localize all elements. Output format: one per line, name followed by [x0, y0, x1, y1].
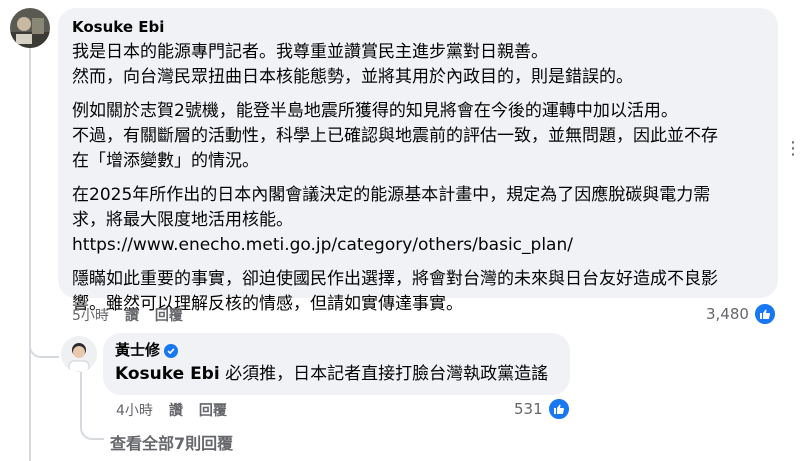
- more-options-icon[interactable]: ⋮: [784, 138, 800, 159]
- comment-time[interactable]: 5小時: [72, 305, 109, 325]
- comment-like-count: 3,480: [706, 305, 749, 323]
- thread-line-branch: [29, 340, 59, 358]
- reply-mention[interactable]: Kosuke Ebi: [115, 364, 220, 384]
- reply-like-link[interactable]: 讚: [169, 400, 183, 420]
- comment-author[interactable]: Kosuke Ebi: [72, 18, 764, 36]
- thread-line-reply: [80, 372, 82, 427]
- reply-text-row: Kosuke Ebi 必須推，日本記者直接打臉台灣執政黨造謠: [115, 362, 558, 387]
- thumbs-up-icon: [752, 302, 777, 326]
- comment-reply-link[interactable]: 回覆: [155, 305, 183, 325]
- reply-reply-link[interactable]: 回覆: [199, 400, 227, 420]
- comment-paragraph-2: 例如關於志賀2號機，能登半島地震所獲得的知見將會在今後的運轉中加以活用。 不過，…: [72, 101, 718, 171]
- reply-time[interactable]: 4小時: [116, 400, 153, 420]
- reply-bubble: 黃士修 Kosuke Ebi 必須推，日本記者直接打臉台灣執政黨造謠: [103, 333, 570, 395]
- verified-badge-icon: [164, 344, 179, 358]
- comment-paragraph-3: 在2025年所作出的日本內閣會議決定的能源基本計畫中，規定為了因應脫碳與電力需 …: [72, 185, 711, 255]
- comment-paragraph-1: 我是日本的能源專門記者。我尊重並讚賞民主進步黨對日親善。 然而，向台灣民眾扭曲日…: [72, 42, 633, 87]
- reply-reactions[interactable]: 531: [514, 397, 571, 421]
- reply-avatar[interactable]: [61, 336, 97, 372]
- commenter-avatar[interactable]: [10, 8, 50, 48]
- reply-author-row: 黃士修: [115, 341, 558, 359]
- comment-actions: 5小時 讚 回覆: [72, 305, 183, 325]
- reply-actions: 4小時 讚 回覆: [116, 400, 227, 420]
- thumbs-up-icon: [546, 397, 571, 421]
- reply-text: 必須推，日本記者直接打臉台灣執政黨造謠: [219, 364, 549, 384]
- view-more-replies-link[interactable]: 查看全部7則回覆: [110, 430, 233, 454]
- thread-line-main: [29, 48, 31, 461]
- thread-line-view-more: [80, 420, 104, 440]
- comment-like-link[interactable]: 讚: [125, 305, 139, 325]
- comment-reactions[interactable]: 3,480: [706, 302, 777, 326]
- reply-like-count: 531: [514, 400, 543, 418]
- comment-bubble: Kosuke Ebi 我是日本的能源專門記者。我尊重並讚賞民主進步黨對日親善。 …: [58, 8, 778, 314]
- reply-author[interactable]: 黃士修: [115, 341, 160, 359]
